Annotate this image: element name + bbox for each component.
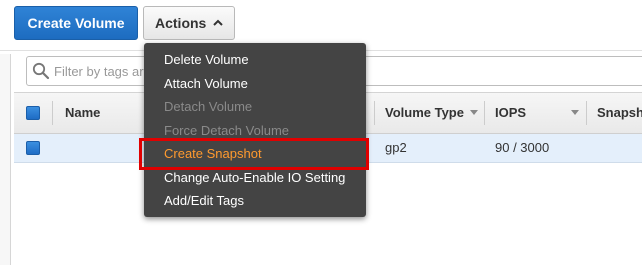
cell-iops: 90 / 3000 [495, 140, 550, 155]
row-checkbox[interactable] [26, 141, 40, 155]
actions-button[interactable]: Actions [143, 6, 235, 40]
search-icon [32, 62, 50, 80]
menu-item-change-auto-enable-io[interactable]: Change Auto-Enable IO Setting [144, 166, 366, 190]
actions-menu: Delete Volume Attach Volume Detach Volum… [144, 43, 366, 217]
filter-placeholder: Filter by tags ar [54, 64, 144, 79]
column-divider [52, 101, 53, 125]
column-header-volume-type[interactable]: Volume Type [385, 93, 464, 133]
chevron-up-icon [213, 19, 223, 26]
menu-item-force-detach-volume: Force Detach Volume [164, 122, 290, 138]
left-rail [0, 54, 11, 265]
column-header-snapshot[interactable]: Snapsh [597, 93, 642, 133]
menu-item-add-edit-tags[interactable]: Add/Edit Tags [144, 189, 366, 213]
column-header-iops[interactable]: IOPS [495, 93, 526, 133]
volumes-page: Create Volume Actions Filter by tags ar … [0, 0, 642, 265]
cell-volume-type: gp2 [385, 140, 407, 155]
column-divider [484, 101, 485, 125]
menu-item-attach-volume[interactable]: Attach Volume [144, 72, 366, 96]
menu-item-delete-volume[interactable]: Delete Volume [144, 48, 366, 72]
column-header-name[interactable]: Name [65, 93, 100, 133]
actions-button-label: Actions [155, 15, 207, 31]
select-all-checkbox[interactable] [26, 106, 40, 120]
sort-down-icon[interactable] [470, 110, 478, 116]
menu-item-detach-volume: Detach Volume [164, 99, 253, 114]
column-divider [374, 101, 375, 125]
column-divider [586, 101, 587, 125]
create-volume-button[interactable]: Create Volume [14, 6, 138, 40]
sort-down-icon[interactable] [571, 110, 579, 116]
menu-item-create-snapshot[interactable]: Create Snapshot [144, 142, 366, 166]
